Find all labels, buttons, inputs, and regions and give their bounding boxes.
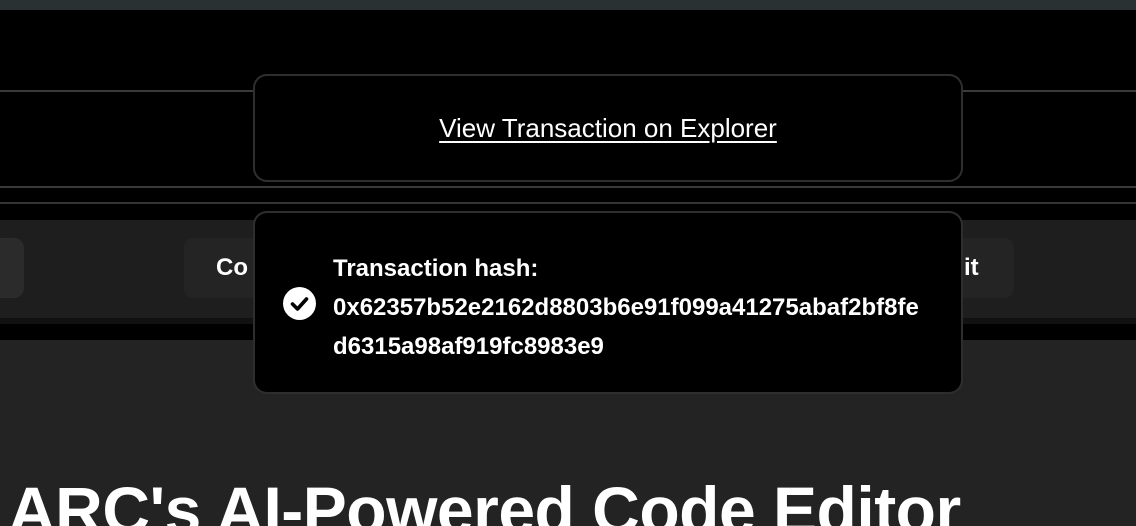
divider	[0, 202, 1136, 204]
background-button-partial[interactable]	[0, 238, 24, 298]
transaction-hash-label: Transaction hash:	[333, 255, 539, 282]
page-headline: ARC's AI-Powered Code Editor	[8, 473, 961, 526]
transaction-hash-toast: Transaction hash: 0x62357b52e2162d8803b6…	[253, 211, 963, 394]
page: Co it ARC's AI-Powered Code Editor View …	[0, 0, 1136, 526]
check-circle-icon	[283, 287, 316, 320]
hash-text-block: Transaction hash: 0x62357b52e2162d8803b6…	[333, 249, 953, 366]
view-transaction-link[interactable]: View Transaction on Explorer	[255, 76, 961, 180]
transaction-hash-value: 0x62357b52e2162d8803b6e91f099a41275abaf2…	[333, 294, 919, 360]
explorer-toast: View Transaction on Explorer	[253, 74, 963, 182]
top-strip	[0, 0, 1136, 10]
